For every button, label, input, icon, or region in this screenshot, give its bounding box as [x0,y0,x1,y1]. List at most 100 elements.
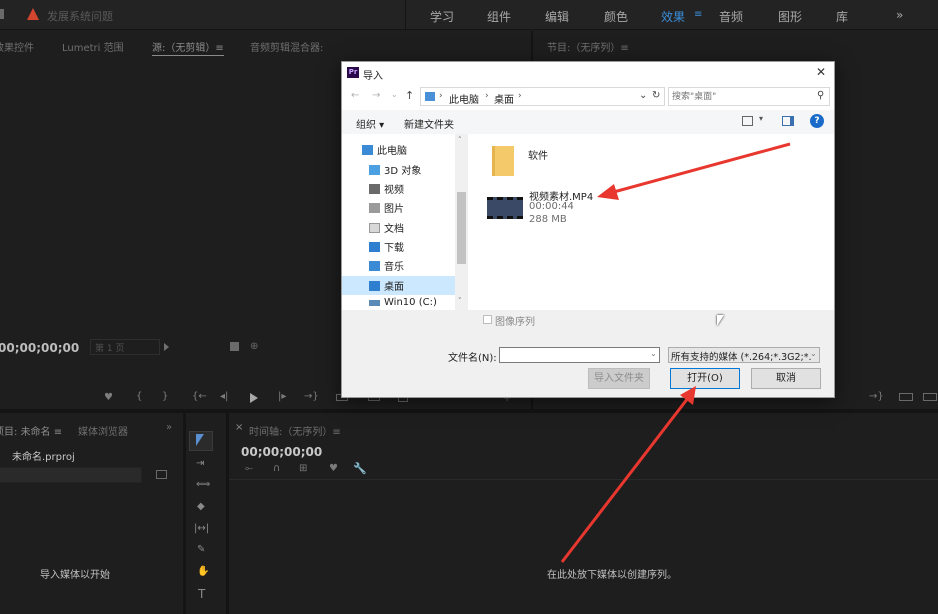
slip-tool-icon[interactable]: |↔| [194,523,209,534]
breadcrumb-separator: › [439,91,443,101]
type-tool-icon[interactable]: T [198,587,205,601]
program-title[interactable]: 节目:（无序列）≡ [547,39,629,54]
go-to-out-icon[interactable]: →} [304,391,319,402]
timeline-timecode[interactable]: 00;00;00;00 [241,445,322,459]
tab-effects[interactable]: 效果 [661,8,685,25]
file-type-select[interactable]: 所有支持的媒体 (*.264;*.3G2;*. ⌄ [668,347,820,363]
hand-tool-icon[interactable]: ✋ [197,566,209,577]
new-bin-icon[interactable] [156,470,167,479]
tab-libraries[interactable]: 库 [836,8,848,25]
tab-graphics[interactable]: 图形 [778,8,802,25]
track-select-tool-icon[interactable]: ⇥ [196,458,204,469]
tab-menu-icon[interactable]: ≡ [694,9,702,20]
image-sequence-label[interactable]: 图像序列 [495,313,535,328]
wrench-icon[interactable]: 🔧 [353,462,367,475]
tab-learn[interactable]: 学习 [430,8,454,25]
breadcrumb-desktop[interactable]: 桌面 [494,91,514,106]
tab-media-browser[interactable]: 媒体浏览器 [78,423,128,438]
warning-text[interactable]: 发展系统问题 [47,8,113,24]
step-back-icon[interactable]: ◂| [220,391,228,402]
import-folder-button[interactable]: 导入文件夹 [588,368,650,389]
filename-field[interactable]: ⌄ [499,347,660,363]
tree-item-documents[interactable]: 文档 [369,220,404,238]
marker-icon[interactable]: ♥ [329,463,338,474]
up-icon[interactable]: ↑ [405,89,414,102]
tab-color[interactable]: 颜色 [604,8,628,25]
filename-dropdown-icon[interactable]: ⌄ [650,349,657,358]
project-search-input[interactable] [0,467,142,483]
new-folder-button[interactable]: 新建文件夹 [404,116,454,131]
safe-margins-icon[interactable]: ⊕ [250,341,258,352]
breadcrumb-this-pc[interactable]: 此电脑 [449,91,479,106]
tree-scrollbar[interactable]: ˄ ˅ [455,134,468,310]
tree-item-videos[interactable]: 视频 [369,181,404,199]
file-name: 软件 [528,151,548,162]
recent-dropdown-icon[interactable]: ⌄ [391,90,398,99]
cancel-button[interactable]: 取消 [751,368,821,389]
play-icon[interactable] [250,393,258,403]
view-dropdown-icon[interactable]: ▾ [759,114,763,123]
go-to-in-icon[interactable]: {← [192,391,207,402]
tree-item-pictures[interactable]: 图片 [369,200,404,218]
list-item[interactable]: 视频素材.MP4 00:00:44 288 MB [484,184,644,228]
snap-icon[interactable]: ⟜ [245,463,253,474]
forward-icon[interactable]: → [372,90,380,101]
tree-item-3d-objects[interactable]: 3D 对象 [369,162,421,180]
tab-audio[interactable]: 音频 [719,8,743,25]
address-bar[interactable]: › 此电脑 › 桌面 › ⌄ ↻ [420,87,665,106]
search-box[interactable]: ⚲ [668,87,830,106]
source-timecode[interactable]: 00;00;00;00 [0,341,79,355]
tree-item-drive-c[interactable]: Win10 (C:) [369,297,437,315]
extract-icon[interactable] [923,393,937,401]
tab-source[interactable]: 源:（无剪辑）≡ [152,39,224,56]
program-go-to-out-icon[interactable]: →} [869,391,884,402]
timeline-title[interactable]: 时间轴:（无序列）≡ [249,423,341,438]
step-forward-icon[interactable]: |▸ [278,391,286,402]
tab-assembly[interactable]: 组件 [487,8,511,25]
settings-icon[interactable] [230,342,239,351]
tab-project[interactable]: 项目: 未命名 ≡ [0,423,62,438]
lift-icon[interactable] [899,393,913,401]
tab-lumetri-scopes[interactable]: Lumetri 范围 [62,39,124,54]
panel-more-icon[interactable]: » [166,422,172,433]
zoom-select[interactable]: 第 1 页 [90,339,160,355]
search-input[interactable] [672,90,812,104]
dialog-close-button[interactable]: ✕ [816,65,826,79]
import-dialog: Pr 导入 ✕ ← → ⌄ ↑ › 此电脑 › 桌面 › ⌄ ↻ ⚲ 组织 ▾ … [341,61,835,398]
home-icon[interactable] [0,9,4,19]
play-marker-icon[interactable] [164,343,169,351]
close-timeline-icon[interactable]: × [235,422,243,433]
tree-item-desktop[interactable]: 桌面 [369,278,404,296]
help-icon[interactable]: ? [810,114,824,128]
warning-icon[interactable] [27,8,39,20]
file-type-dropdown-icon[interactable]: ⌄ [810,349,817,358]
ripple-edit-tool-icon[interactable]: ⟺ [196,479,210,490]
scroll-thumb[interactable] [457,192,466,264]
tree-item-music[interactable]: 音乐 [369,258,404,276]
add-marker-timeline-icon[interactable]: ⊞ [299,463,307,474]
tab-effect-controls[interactable]: 效果控件 [0,39,34,54]
scroll-down-icon[interactable]: ˅ [458,297,462,305]
image-sequence-checkbox[interactable] [483,315,492,324]
pen-tool-icon[interactable]: ✎ [197,544,205,555]
preview-pane-icon[interactable] [782,116,794,126]
premiere-app-icon: Pr [347,67,359,78]
list-item[interactable]: 软件 [486,142,646,178]
more-workspaces-icon[interactable]: » [896,8,903,22]
view-options-icon[interactable] [742,116,753,126]
organize-button[interactable]: 组织 ▾ [356,116,384,131]
add-marker-icon[interactable]: ♥ [104,392,113,403]
tab-editing[interactable]: 编辑 [545,8,569,25]
refresh-icon[interactable]: ↻ [652,90,660,101]
open-button[interactable]: 打开(O) [670,368,740,389]
tab-audio-clip-mixer[interactable]: 音频剪辑混合器: [250,39,323,54]
razor-tool-icon[interactable]: ◆ [197,501,205,512]
address-dropdown-icon[interactable]: ⌄ [639,90,647,101]
mark-in-icon[interactable]: { [136,391,142,402]
scroll-up-icon[interactable]: ˄ [458,136,462,144]
tree-item-this-pc[interactable]: 此电脑 [362,142,407,160]
tree-item-downloads[interactable]: 下载 [369,239,404,257]
linked-selection-icon[interactable]: ∩ [273,463,280,474]
mark-out-icon[interactable]: } [162,391,168,402]
back-icon[interactable]: ← [351,90,359,101]
